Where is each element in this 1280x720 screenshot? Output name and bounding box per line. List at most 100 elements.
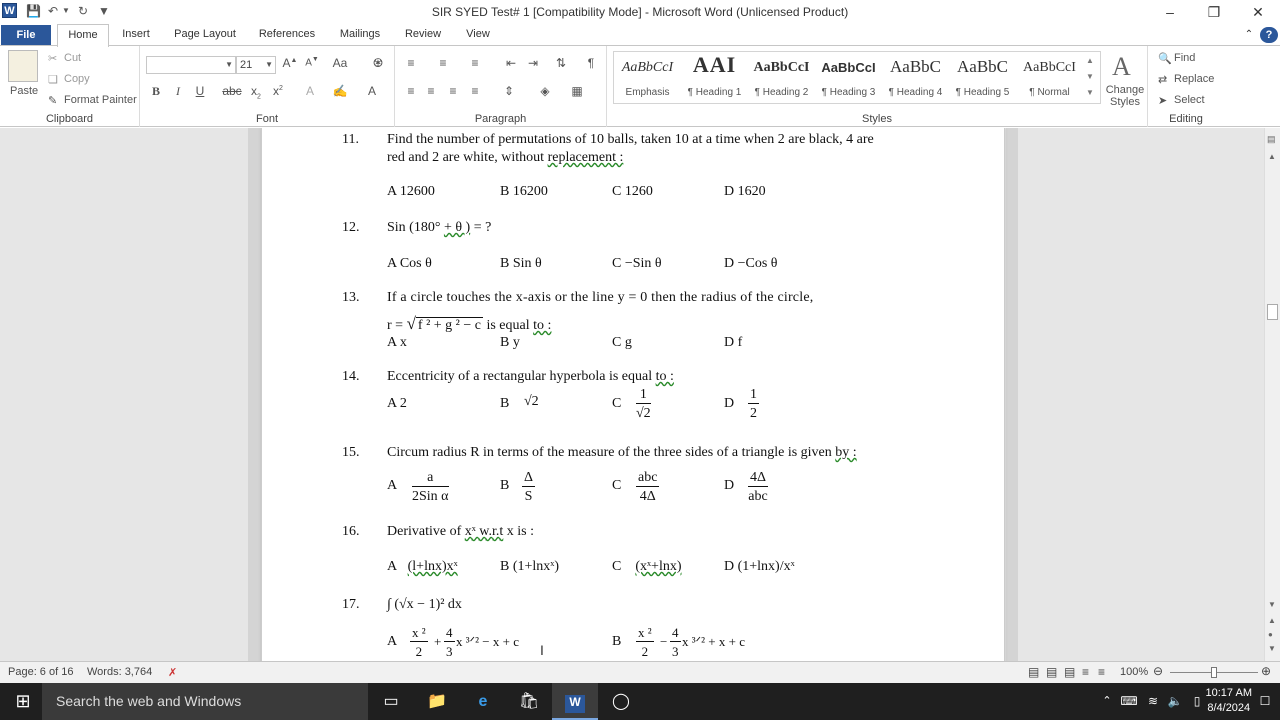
numbering-icon[interactable]: ≡ <box>433 56 453 70</box>
browse-object-icon[interactable]: ● <box>1268 630 1273 639</box>
copy-button[interactable]: Copy <box>64 73 90 85</box>
vertical-scrollbar[interactable]: ▤ ▲ ▼ ▲ ● ▼ <box>1264 128 1280 661</box>
outline-icon[interactable]: ≡ <box>1082 665 1089 679</box>
tab-page-layout[interactable]: Page Layout <box>168 24 242 46</box>
close-button[interactable]: ✕ <box>1236 0 1280 24</box>
tab-review[interactable]: Review <box>398 24 448 46</box>
sort-icon[interactable]: ⇅ <box>551 56 571 70</box>
gallery-more-icon[interactable]: ▼ <box>1086 88 1094 97</box>
find-button[interactable]: Find <box>1174 52 1195 64</box>
gallery-up-icon[interactable]: ▲ <box>1086 56 1094 65</box>
next-page-icon[interactable]: ▼ <box>1268 644 1276 653</box>
proofing-icon[interactable]: ✗ <box>168 666 177 679</box>
subscript-icon[interactable]: x2 <box>246 84 266 100</box>
document-page[interactable]: 11. Find the number of permutations of 1… <box>261 128 1005 661</box>
ribbon-tabs: File Home Insert Page Layout References … <box>0 24 1280 47</box>
decrease-indent-icon[interactable]: ⇤ <box>501 56 521 70</box>
line-spacing-icon[interactable]: ⇕ <box>499 84 519 98</box>
zoom-level[interactable]: 100% <box>1120 666 1148 678</box>
zoom-slider-thumb[interactable] <box>1211 667 1217 678</box>
font-size-combo[interactable]: 21 ▼ <box>236 56 276 74</box>
grow-font-icon[interactable]: A▲ <box>280 56 300 70</box>
windows-start-icon[interactable]: ⊞ <box>0 683 46 720</box>
store-icon[interactable]: 🛍 <box>506 683 552 720</box>
volume-icon[interactable]: 🔈 <box>1164 683 1186 720</box>
zoom-out-icon[interactable]: ⊖ <box>1153 664 1163 678</box>
tab-view[interactable]: View <box>458 24 498 46</box>
paste-button[interactable]: Paste <box>10 85 38 97</box>
question-number: 14. <box>342 369 360 384</box>
increase-indent-icon[interactable]: ⇥ <box>523 56 543 70</box>
keyboard-icon[interactable]: ⌨ <box>1118 683 1140 720</box>
cut-button[interactable]: Cut <box>64 52 81 64</box>
style-emphasis[interactable]: AaBbCcI Emphasis <box>614 52 681 104</box>
tray-chevron-icon[interactable]: ⌃ <box>1096 683 1118 720</box>
align-center-icon[interactable]: ≡ <box>421 84 441 98</box>
scroll-thumb[interactable] <box>1267 304 1278 320</box>
wifi-icon[interactable]: ≋ <box>1142 683 1164 720</box>
style-heading-3[interactable]: AaBbCcI ¶ Heading 3 <box>815 52 882 104</box>
taskbar-search[interactable]: Search the web and Windows <box>42 683 368 720</box>
web-layout-icon[interactable]: ▤ <box>1064 665 1075 679</box>
strikethrough-icon[interactable]: abc <box>222 84 242 98</box>
option-c-letter: C <box>612 396 622 411</box>
print-layout-icon[interactable]: ▤ <box>1028 665 1039 679</box>
task-view-icon[interactable]: ▭ <box>368 683 414 720</box>
collapse-ribbon-icon[interactable]: ⌃ <box>1240 24 1258 46</box>
tab-mailings[interactable]: Mailings <box>332 24 388 46</box>
help-icon[interactable]: ? <box>1260 27 1278 43</box>
borders-icon[interactable]: ▦ <box>567 84 587 98</box>
ruler-toggle-icon[interactable]: ▤ <box>1267 134 1276 145</box>
option-a: A 12600 <box>387 184 435 199</box>
full-screen-reading-icon[interactable]: ▤ <box>1046 665 1057 679</box>
page-count[interactable]: Page: 6 of 16 <box>8 666 73 678</box>
style-heading-4[interactable]: AaBbC ¶ Heading 4 <box>882 52 949 104</box>
gallery-down-icon[interactable]: ▼ <box>1086 72 1094 81</box>
restore-button[interactable]: ❐ <box>1192 0 1236 24</box>
multilevel-list-icon[interactable]: ≡ <box>465 56 485 70</box>
superscript-icon[interactable]: x2 <box>268 84 288 98</box>
justify-icon[interactable]: ≡ <box>465 84 485 98</box>
clear-formatting-icon[interactable]: ♼ <box>368 56 388 70</box>
scroll-down-icon[interactable]: ▼ <box>1268 600 1276 609</box>
font-name-combo[interactable]: ▼ <box>146 56 236 74</box>
notifications-icon[interactable]: ☐ <box>1254 683 1276 720</box>
paste-icon[interactable] <box>8 50 38 82</box>
style-normal[interactable]: AaBbCcI ¶ Normal <box>1016 52 1083 104</box>
select-button[interactable]: Select <box>1174 94 1205 106</box>
scroll-up-icon[interactable]: ▲ <box>1268 152 1276 161</box>
replace-button[interactable]: Replace <box>1174 73 1214 85</box>
show-formatting-icon[interactable]: ¶ <box>581 56 601 70</box>
previous-page-icon[interactable]: ▲ <box>1268 616 1276 625</box>
align-left-icon[interactable]: ≡ <box>401 84 421 98</box>
file-explorer-icon[interactable]: 📁 <box>414 683 460 720</box>
tab-insert[interactable]: Insert <box>114 24 158 46</box>
tab-home[interactable]: Home <box>57 24 109 47</box>
minimize-button[interactable]: – <box>1148 0 1192 24</box>
zoom-in-icon[interactable]: ⊕ <box>1261 664 1271 678</box>
edge-icon[interactable]: e <box>460 683 506 720</box>
style-heading-2[interactable]: AaBbCcI ¶ Heading 2 <box>748 52 815 104</box>
tab-file[interactable]: File <box>1 25 51 45</box>
italic-icon[interactable]: I <box>168 84 188 99</box>
draft-icon[interactable]: ≡ <box>1098 665 1105 679</box>
taskbar-clock[interactable]: 10:17 AM 8/4/2024 <box>1206 686 1252 716</box>
change-styles-button[interactable]: Change Styles <box>1105 84 1145 108</box>
underline-icon[interactable]: U <box>190 84 210 98</box>
camera-icon[interactable]: ◯ <box>598 683 644 720</box>
style-heading-1[interactable]: AAI ¶ Heading 1 <box>681 52 748 104</box>
word-count[interactable]: Words: 3,764 <box>87 666 152 678</box>
align-right-icon[interactable]: ≡ <box>443 84 463 98</box>
shading-icon[interactable]: ◈ <box>535 84 555 98</box>
tab-references[interactable]: References <box>252 24 322 46</box>
font-color-icon[interactable]: A <box>362 84 382 98</box>
format-painter-button[interactable]: Format Painter <box>64 94 137 106</box>
bold-icon[interactable]: B <box>146 84 166 99</box>
text-effects-icon[interactable]: A <box>300 84 320 98</box>
word-taskbar-icon[interactable]: W <box>552 683 598 720</box>
style-heading-5[interactable]: AaBbC ¶ Heading 5 <box>949 52 1016 104</box>
change-case-icon[interactable]: Aa <box>330 56 350 70</box>
shrink-font-icon[interactable]: A▼ <box>302 56 322 68</box>
bullets-icon[interactable]: ≡ <box>401 56 421 70</box>
highlight-icon[interactable]: ✍ <box>330 84 350 98</box>
